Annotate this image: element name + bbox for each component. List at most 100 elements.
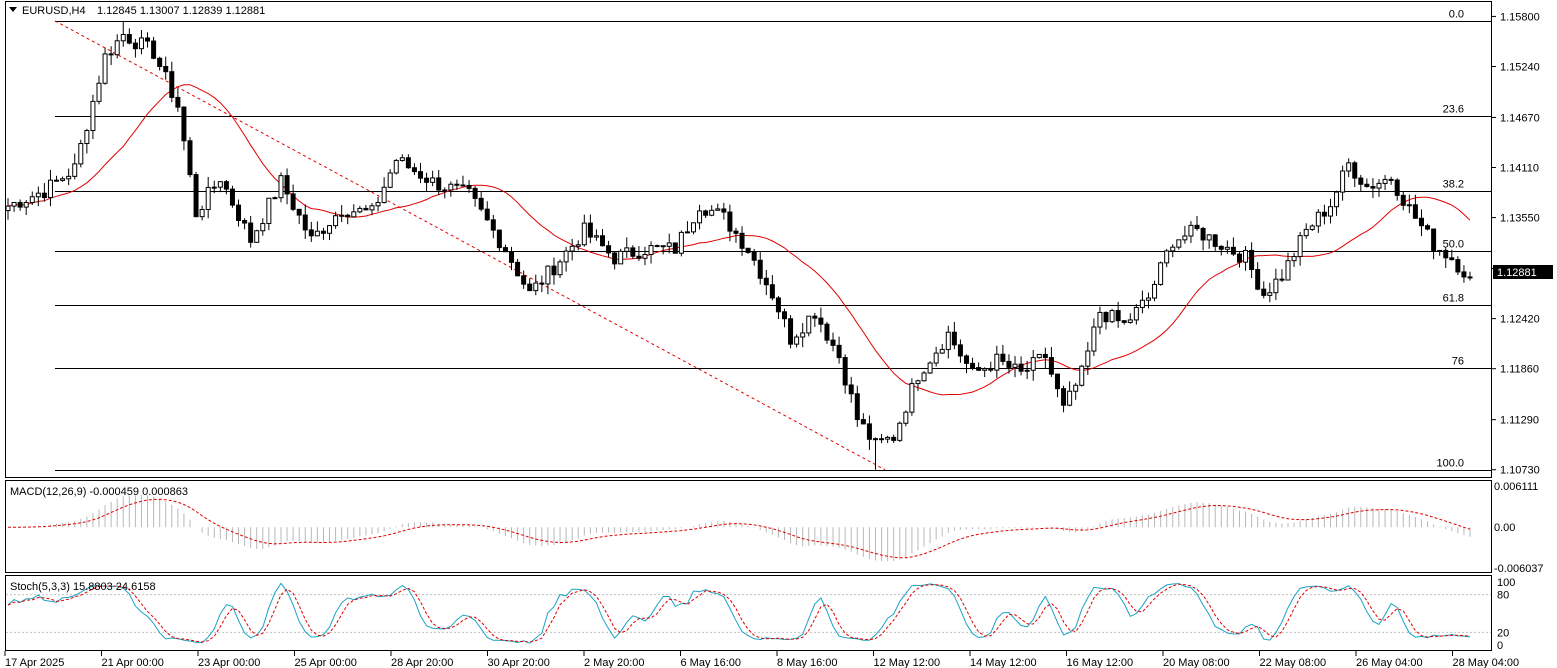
candle — [1182, 225, 1188, 244]
candle-body — [563, 250, 569, 263]
candle — [800, 323, 806, 348]
candle-body — [290, 193, 296, 210]
candle — [872, 437, 878, 470]
candle-body — [533, 282, 539, 292]
candle — [1297, 231, 1303, 266]
macd-label: MACD(12,26,9) -0.000459 0.000863 — [10, 486, 188, 498]
stoch-main-line — [7, 582, 1471, 644]
candle — [1291, 252, 1297, 267]
candle-body — [1042, 353, 1048, 359]
candle — [1400, 190, 1406, 211]
price-pane[interactable] — [5, 1, 1492, 478]
candle-body — [527, 283, 533, 292]
candle — [1206, 233, 1212, 249]
candle-body — [1024, 369, 1030, 372]
candle — [66, 168, 72, 186]
candle-body — [1406, 204, 1412, 207]
stoch-tick-label: 100 — [1497, 577, 1515, 589]
candle-body — [709, 209, 715, 216]
candle-body — [1067, 390, 1073, 406]
candle-body — [1103, 311, 1109, 323]
candle — [23, 200, 29, 215]
candle-body — [1054, 373, 1060, 390]
candle-body — [1236, 253, 1242, 263]
candle-body — [418, 171, 424, 179]
candle-body — [236, 204, 242, 221]
stoch-tick-label: 0 — [1497, 640, 1503, 652]
candle — [806, 315, 812, 337]
candle-body — [1382, 178, 1388, 184]
candle-body — [442, 189, 448, 192]
candle — [484, 201, 490, 221]
candle-body — [1224, 246, 1230, 250]
candle-body — [994, 353, 1000, 371]
candle-body — [721, 208, 727, 213]
candle-body — [387, 172, 393, 188]
candle — [47, 170, 53, 207]
candle-body — [411, 167, 417, 173]
candle-body — [551, 265, 557, 276]
chart-container[interactable]: 0.0 23.6 38.2 50.0 61.8 76 100.0 1.15800 1.1524… — [0, 0, 1557, 668]
candle-body — [1030, 357, 1036, 371]
candle — [314, 221, 320, 237]
candle-body — [739, 232, 745, 249]
candle-body — [175, 96, 181, 108]
time-tick-label: 16 May 12:00 — [1067, 657, 1134, 668]
candle — [1437, 249, 1443, 256]
candle-body — [1206, 234, 1212, 241]
candle — [405, 154, 411, 169]
candle — [11, 201, 17, 212]
candle — [818, 307, 824, 333]
candle-body — [587, 222, 593, 238]
candle — [1376, 179, 1382, 197]
candle-body — [854, 393, 860, 421]
candle-body — [885, 436, 891, 440]
candle-body — [1170, 246, 1176, 252]
candle-body — [284, 175, 290, 195]
candle-body — [800, 332, 806, 338]
candle-body — [575, 244, 581, 247]
candle-body — [1297, 235, 1303, 257]
candle-body — [976, 367, 982, 371]
candle-body — [229, 188, 235, 206]
candle — [448, 181, 454, 197]
price-tick-label: 1.12420 — [1500, 314, 1540, 326]
candle-body — [788, 318, 794, 345]
candle — [757, 252, 763, 285]
price-tick-label: 1.15240 — [1500, 61, 1540, 73]
candle-body — [1212, 234, 1218, 247]
candle — [490, 214, 496, 239]
chart-canvas[interactable]: 0.023.638.250.061.876100.0 1.158001.1524… — [0, 0, 1557, 668]
candle — [533, 274, 539, 296]
candle — [727, 204, 733, 242]
candle-body — [672, 242, 678, 254]
candle — [1018, 356, 1024, 376]
time-tick-label: 30 Apr 20:00 — [488, 657, 550, 668]
candle-body — [945, 331, 951, 350]
candle-body — [502, 247, 508, 253]
candle — [897, 421, 903, 442]
candle-body — [927, 362, 933, 374]
candle — [399, 154, 405, 162]
candle — [363, 204, 369, 211]
menu-triangle-icon[interactable] — [9, 7, 17, 12]
candle-body — [1358, 177, 1364, 185]
candle-body — [1255, 269, 1261, 290]
candle — [1418, 209, 1424, 237]
candle — [60, 176, 66, 182]
candle-body — [1109, 310, 1115, 323]
candle — [1030, 350, 1036, 381]
candle-body — [951, 331, 957, 346]
candle-body — [1461, 271, 1467, 278]
candle-body — [745, 247, 751, 253]
candle — [976, 362, 982, 371]
time-tick-label: 23 Apr 00:00 — [198, 657, 260, 668]
header-ohlc: 1.12845 1.13007 1.12839 1.12881 — [97, 5, 265, 17]
candle — [788, 315, 794, 349]
candle-body — [1012, 363, 1018, 368]
candle — [721, 202, 727, 220]
candle-body — [866, 423, 872, 440]
candle-body — [1431, 228, 1437, 252]
candle — [775, 296, 781, 320]
candle-body — [521, 275, 527, 285]
